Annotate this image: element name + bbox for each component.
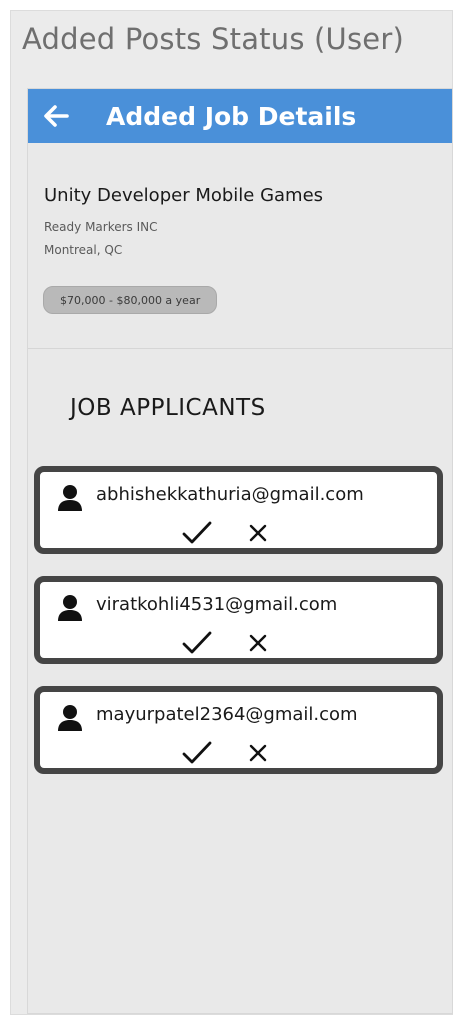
person-icon [58,595,82,621]
person-icon [58,705,82,731]
job-details-panel: Added Job Details Unity Developer Mobile… [27,88,453,1014]
arrow-left-icon [44,105,69,127]
reject-button[interactable] [243,518,273,548]
reject-button[interactable] [243,738,273,768]
applicant-card: abhishekkathuria@gmail.com [34,466,443,554]
accept-button[interactable] [180,518,214,548]
applicant-card: mayurpatel2364@gmail.com [34,686,443,774]
app-bar-title: Added Job Details [106,101,357,131]
job-applicants-heading: JOB APPLICANTS [70,395,266,421]
app-bar: Added Job Details [28,89,452,143]
back-button[interactable] [28,89,84,143]
salary-badge: $70,000 - $80,000 a year [43,286,218,314]
close-icon [249,744,267,762]
accept-button[interactable] [180,738,214,768]
check-icon [182,741,212,764]
job-title: Unity Developer Mobile Games [44,185,324,206]
check-icon [182,521,212,544]
reject-button[interactable] [243,628,273,658]
page-title: Added Posts Status (User) [22,22,404,56]
job-card: Unity Developer Mobile Games Ready Marke… [28,143,452,349]
applicant-email: abhishekkathuria@gmail.com [96,484,364,505]
job-company: Ready Markers INC [44,220,158,234]
applicant-email: viratkohli4531@gmail.com [96,594,338,615]
applicant-card: viratkohli4531@gmail.com [34,576,443,664]
job-location: Montreal, QC [44,243,123,257]
applicant-email: mayurpatel2364@gmail.com [96,704,358,725]
check-icon [182,631,212,654]
accept-button[interactable] [180,628,214,658]
close-icon [249,524,267,542]
close-icon [249,634,267,652]
person-icon [58,485,82,511]
